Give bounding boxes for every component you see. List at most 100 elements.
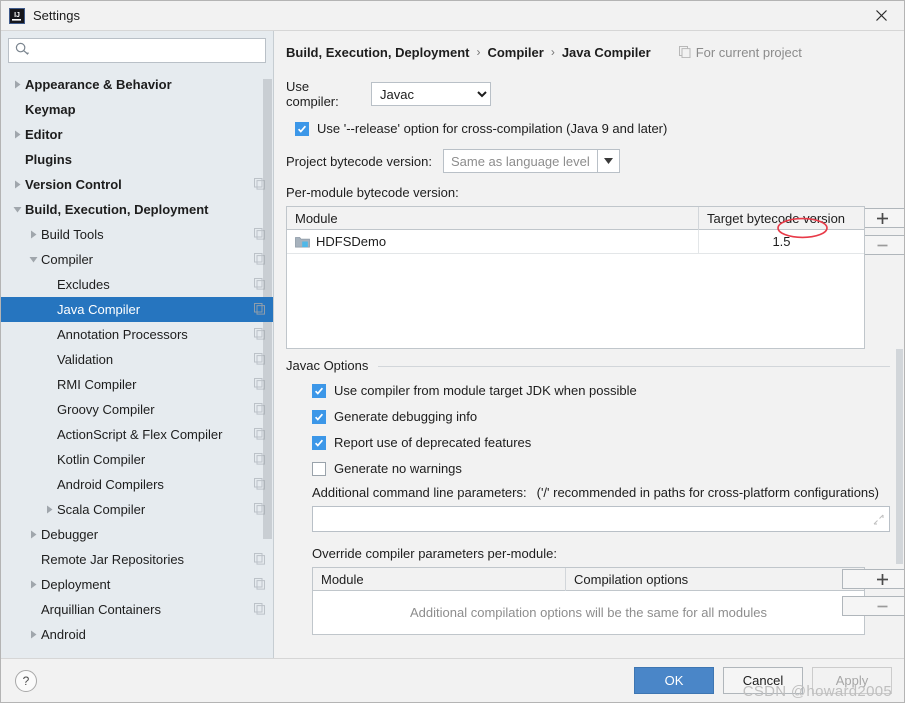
- copy-settings-icon[interactable]: [254, 353, 267, 366]
- copy-settings-icon[interactable]: [254, 303, 267, 316]
- javac-option-checkbox[interactable]: [312, 409, 326, 424]
- column-header-compilation-options[interactable]: Compilation options: [566, 568, 864, 591]
- use-compiler-select[interactable]: JavacEclipse: [371, 82, 491, 106]
- sidebar-item-deployment[interactable]: Deployment: [1, 572, 273, 597]
- search-icon: [15, 42, 30, 59]
- use-compiler-row: Use compiler: JavacEclipse: [286, 79, 890, 109]
- copy-settings-icon[interactable]: [254, 503, 267, 516]
- breadcrumb-item-build[interactable]: Build, Execution, Deployment: [286, 45, 469, 60]
- sidebar-item-build-execution-deployment[interactable]: Build, Execution, Deployment: [1, 197, 273, 222]
- sidebar-item-build-tools[interactable]: Build Tools: [1, 222, 273, 247]
- per-module-table-actions: [842, 206, 904, 349]
- search-box[interactable]: [8, 38, 266, 63]
- per-module-table[interactable]: Module Target bytecode version HDFSDemo …: [286, 206, 865, 349]
- copy-settings-icon[interactable]: [254, 328, 267, 341]
- sidebar-item-appearance-behavior[interactable]: Appearance & Behavior: [1, 72, 273, 97]
- sidebar-item-editor[interactable]: Editor: [1, 122, 273, 147]
- copy-settings-icon[interactable]: [254, 603, 267, 616]
- sidebar-item-kotlin-compiler[interactable]: Kotlin Compiler: [1, 447, 273, 472]
- sidebar-item-keymap[interactable]: Keymap: [1, 97, 273, 122]
- copy-settings-icon[interactable]: [254, 178, 267, 191]
- additional-params-input[interactable]: [312, 506, 890, 532]
- override-table[interactable]: Module Compilation options Additional co…: [312, 567, 865, 635]
- cancel-button[interactable]: Cancel: [723, 667, 803, 694]
- column-header-target-bytecode[interactable]: Target bytecode version: [699, 207, 864, 230]
- javac-option-checkbox[interactable]: [312, 383, 326, 398]
- sidebar-item-java-compiler[interactable]: Java Compiler: [1, 297, 273, 322]
- chevron-right-icon[interactable]: [10, 130, 25, 139]
- search-input[interactable]: [29, 43, 259, 58]
- chevron-right-icon[interactable]: [10, 80, 25, 89]
- help-button[interactable]: ?: [15, 669, 37, 692]
- use-compiler-label: Use compiler:: [286, 79, 339, 109]
- sidebar-item-groovy-compiler[interactable]: Groovy Compiler: [1, 397, 273, 422]
- sidebar-item-debugger[interactable]: Debugger: [1, 522, 273, 547]
- sidebar-item-compiler[interactable]: Compiler: [1, 247, 273, 272]
- sidebar-item-label: Compiler: [41, 252, 94, 267]
- javac-option-checkbox[interactable]: [312, 435, 326, 450]
- sidebar-item-validation[interactable]: Validation: [1, 347, 273, 372]
- release-option-checkbox[interactable]: [295, 121, 309, 136]
- sidebar-item-annotation-processors[interactable]: Annotation Processors: [1, 322, 273, 347]
- chevron-down-icon[interactable]: [596, 149, 620, 173]
- sidebar-item-label: Deployment: [41, 577, 111, 592]
- copy-settings-icon[interactable]: [254, 553, 267, 566]
- chevron-right-icon[interactable]: [26, 530, 41, 539]
- sidebar-item-plugins[interactable]: Plugins: [1, 147, 273, 172]
- copy-settings-icon[interactable]: [254, 428, 267, 441]
- table-row[interactable]: HDFSDemo 1.5: [287, 229, 864, 254]
- copy-settings-icon[interactable]: [254, 228, 267, 241]
- chevron-right-icon[interactable]: [42, 505, 57, 514]
- copy-settings-icon[interactable]: [254, 253, 267, 266]
- chevron-down-icon[interactable]: [26, 255, 41, 264]
- javac-option-row[interactable]: Generate no warnings: [312, 461, 890, 476]
- sidebar-item-excludes[interactable]: Excludes: [1, 272, 273, 297]
- copy-settings-icon[interactable]: [254, 453, 267, 466]
- chevron-right-icon[interactable]: [26, 580, 41, 589]
- sidebar-item-rmi-compiler[interactable]: RMI Compiler: [1, 372, 273, 397]
- sidebar-item-scala-compiler[interactable]: Scala Compiler: [1, 497, 273, 522]
- ok-button[interactable]: OK: [634, 667, 714, 694]
- javac-option-row[interactable]: Report use of deprecated features: [312, 435, 890, 450]
- copy-settings-icon[interactable]: [254, 403, 267, 416]
- apply-button[interactable]: Apply: [812, 667, 892, 694]
- remove-override-button[interactable]: [842, 596, 904, 616]
- main-panel-scrollbar[interactable]: [896, 31, 903, 658]
- sidebar-item-remote-jar-repositories[interactable]: Remote Jar Repositories: [1, 547, 273, 572]
- chevron-right-icon[interactable]: [26, 630, 41, 639]
- column-header-module-2[interactable]: Module: [313, 567, 566, 591]
- breadcrumb-item-compiler[interactable]: Compiler: [487, 45, 543, 60]
- copy-settings-icon[interactable]: [254, 378, 267, 391]
- copy-settings-icon: [678, 46, 691, 58]
- cell-target-bytecode-version[interactable]: 1.5: [699, 230, 864, 254]
- project-bytecode-row: Project bytecode version: Same as langua…: [286, 149, 890, 173]
- settings-sidebar: Appearance & Behavior Keymap Editor Plugins…: [1, 31, 274, 658]
- chevron-down-icon[interactable]: [10, 205, 25, 214]
- per-module-table-header: Module Target bytecode version: [287, 206, 864, 230]
- javac-option-label: Report use of deprecated features: [334, 435, 532, 450]
- settings-tree[interactable]: Appearance & Behavior Keymap Editor Plugins…: [1, 69, 273, 658]
- sidebar-item-android[interactable]: Android: [1, 622, 273, 647]
- copy-settings-icon[interactable]: [254, 278, 267, 291]
- sidebar-item-actionscript-flex-compiler[interactable]: ActionScript & Flex Compiler: [1, 422, 273, 447]
- javac-option-row[interactable]: Use compiler from module target JDK when…: [312, 383, 890, 398]
- close-icon[interactable]: [858, 1, 904, 30]
- expand-field-icon[interactable]: [873, 514, 884, 525]
- copy-settings-icon[interactable]: [254, 578, 267, 591]
- additional-params-label: Additional command line parameters:: [312, 485, 527, 500]
- javac-option-row[interactable]: Generate debugging info: [312, 409, 890, 424]
- column-header-module[interactable]: Module: [287, 206, 699, 230]
- sidebar-item-version-control[interactable]: Version Control: [1, 172, 273, 197]
- copy-settings-icon[interactable]: [254, 478, 267, 491]
- sidebar-item-arquillian-containers[interactable]: Arquillian Containers: [1, 597, 273, 622]
- release-option-row[interactable]: Use '--release' option for cross-compila…: [295, 121, 890, 136]
- chevron-right-icon[interactable]: [10, 180, 25, 189]
- add-override-button[interactable]: [842, 569, 904, 589]
- project-bytecode-combo[interactable]: Same as language level: [442, 149, 620, 173]
- chevron-right-icon[interactable]: [26, 230, 41, 239]
- scrollbar-thumb[interactable]: [896, 349, 903, 564]
- sidebar-item-label: Version Control: [25, 177, 122, 192]
- sidebar-item-label: Java Compiler: [57, 302, 141, 317]
- sidebar-item-android-compilers[interactable]: Android Compilers: [1, 472, 273, 497]
- javac-option-checkbox[interactable]: [312, 461, 326, 476]
